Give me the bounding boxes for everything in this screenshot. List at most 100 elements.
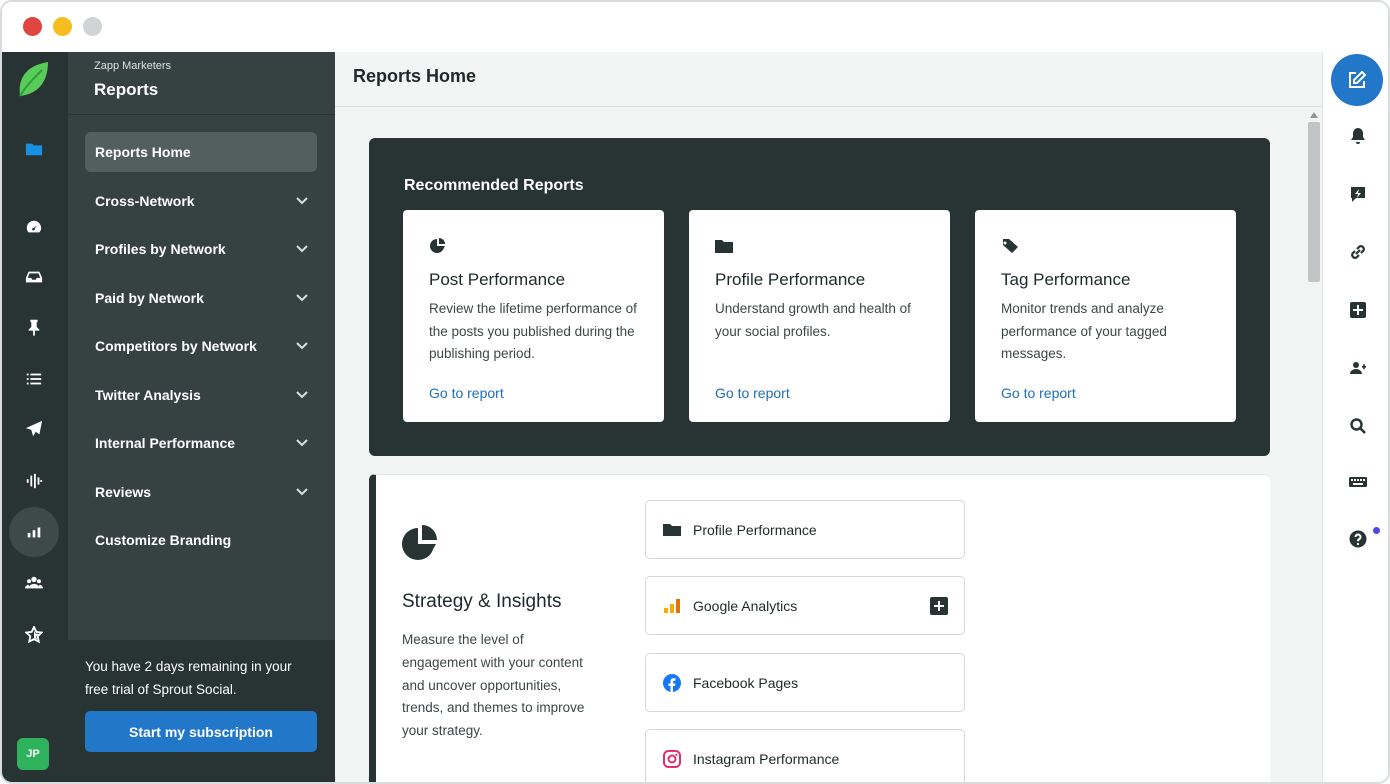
scrollbar-thumb[interactable] — [1308, 122, 1320, 282]
pie-chart-icon — [402, 525, 440, 563]
sidebar-item-label: Reports Home — [95, 144, 191, 160]
sidebar-item-profiles-by-network[interactable]: Profiles by Network — [85, 229, 317, 269]
trial-banner: You have 2 days remaining in your free t… — [68, 640, 335, 782]
notification-dot — [1373, 527, 1380, 534]
sidebar-item-reviews[interactable]: Reviews — [85, 472, 317, 512]
star-review-icon[interactable] — [15, 616, 53, 654]
add-icon[interactable] — [930, 597, 948, 615]
listening-waveform-icon[interactable] — [15, 462, 53, 500]
pie-chart-icon — [429, 238, 447, 254]
chevron-down-icon — [295, 484, 309, 498]
strategy-description: Measure the level of engagement with you… — [402, 632, 585, 739]
sidebar-item-label: Paid by Network — [95, 290, 204, 306]
go-to-report-link[interactable]: Go to report — [1001, 385, 1076, 401]
card-title: Profile Performance — [715, 270, 866, 289]
minimize-window-button[interactable] — [53, 17, 72, 36]
card-description: Monitor trends and analyze performance o… — [1001, 301, 1167, 361]
sidebar-item-competitors-by-network[interactable]: Competitors by Network — [85, 326, 317, 366]
report-item-label: Instagram Performance — [693, 750, 840, 767]
bell-icon[interactable] — [1347, 125, 1369, 147]
report-item-label: Facebook Pages — [693, 674, 799, 691]
facebook-icon — [663, 673, 681, 692]
report-card-profile-performance[interactable]: Profile Performance Understand growth an… — [689, 210, 950, 422]
chevron-down-icon — [295, 387, 309, 401]
compose-pencil-icon — [1349, 70, 1367, 88]
reports-sidebar: Zapp Marketers Reports Reports Home Cros… — [68, 52, 335, 782]
chevron-down-icon — [295, 193, 309, 207]
page-title: Reports Home — [353, 66, 477, 86]
report-item-label: Profile Performance — [693, 521, 817, 538]
strategy-insights-panel: Strategy & Insights Measure the level of… — [369, 474, 1270, 782]
sidebar-item-twitter-analysis[interactable]: Twitter Analysis — [85, 375, 317, 415]
dashboard-gauge-icon[interactable] — [15, 208, 53, 246]
close-window-button[interactable] — [23, 17, 42, 36]
card-description: Review the lifetime performance of the p… — [429, 301, 637, 361]
help-icon[interactable] — [1347, 528, 1369, 550]
google-analytics-icon — [663, 597, 681, 615]
report-card-post-performance[interactable]: Post Performance Review the lifetime per… — [403, 210, 664, 422]
app-window: JP Zapp Marketers Reports Reports Home C… — [0, 0, 1390, 784]
chevron-down-icon — [295, 338, 309, 352]
go-to-report-link[interactable]: Go to report — [429, 385, 504, 401]
title-bar — [2, 2, 1388, 52]
sidebar-item-internal-performance[interactable]: Internal Performance — [85, 423, 317, 463]
add-user-icon[interactable] — [1347, 357, 1369, 379]
scroll-area: Recommended Reports Post Performance Rev… — [335, 108, 1322, 782]
send-icon[interactable] — [15, 410, 53, 448]
report-item-facebook-pages[interactable]: Facebook Pages — [645, 653, 965, 712]
card-title: Post Performance — [429, 270, 566, 289]
report-item-instagram-performance[interactable]: Instagram Performance — [645, 729, 965, 782]
primary-rail: JP — [2, 52, 68, 782]
sidebar-item-label: Cross-Network — [95, 193, 195, 209]
vertical-scrollbar[interactable] — [1306, 108, 1322, 782]
sprout-logo-icon[interactable] — [16, 60, 50, 98]
card-description: Understand growth and health of your soc… — [715, 301, 911, 339]
main-content: Reports Home Recommended Reports Post Pe… — [335, 52, 1322, 782]
sidebar-item-label: Internal Performance — [95, 435, 236, 451]
compose-button[interactable] — [1331, 54, 1383, 106]
page-header: Reports Home — [335, 52, 1322, 107]
start-subscription-button[interactable]: Start my subscription — [85, 711, 317, 752]
utility-rail — [1322, 52, 1388, 782]
link-icon[interactable] — [1347, 241, 1369, 263]
keyboard-icon[interactable] — [1347, 471, 1369, 493]
sidebar-item-cross-network[interactable]: Cross-Network — [85, 181, 317, 221]
instagram-icon — [663, 749, 681, 768]
maximize-window-button[interactable] — [83, 17, 102, 36]
sidebar-item-reports-home[interactable]: Reports Home — [85, 132, 317, 172]
report-item-profile-performance[interactable]: Profile Performance — [645, 500, 965, 559]
card-title: Tag Performance — [1001, 270, 1131, 289]
search-icon[interactable] — [1347, 415, 1369, 437]
activity-chat-icon[interactable] — [1347, 183, 1369, 205]
chevron-down-icon — [295, 241, 309, 255]
divider — [68, 114, 335, 115]
strategy-title: Strategy & Insights — [402, 591, 562, 612]
sidebar-item-label: Twitter Analysis — [95, 387, 201, 403]
avatar[interactable]: JP — [17, 738, 49, 770]
report-card-tag-performance[interactable]: Tag Performance Monitor trends and analy… — [975, 210, 1236, 422]
tag-icon — [1001, 238, 1019, 254]
people-icon[interactable] — [15, 564, 53, 602]
sidebar-item-label: Customize Branding — [95, 532, 232, 548]
go-to-report-link[interactable]: Go to report — [715, 385, 790, 401]
folder-icon — [663, 521, 681, 539]
inbox-icon[interactable] — [15, 258, 53, 296]
folder-icon[interactable] — [15, 130, 53, 168]
recommended-reports-title: Recommended Reports — [404, 177, 584, 194]
chevron-down-icon — [295, 290, 309, 304]
sidebar-item-customize-branding[interactable]: Customize Branding — [85, 520, 317, 560]
trial-message: You have 2 days remaining in your free t… — [85, 659, 292, 697]
sidebar-item-label: Reviews — [95, 484, 152, 500]
sidebar-item-paid-by-network[interactable]: Paid by Network — [85, 278, 317, 318]
report-item-label: Google Analytics — [693, 597, 798, 614]
reports-bar-chart-icon[interactable] — [9, 507, 59, 557]
section-title: Reports — [94, 80, 159, 99]
list-icon[interactable] — [15, 360, 53, 398]
recommended-reports-panel: Recommended Reports Post Performance Rev… — [369, 138, 1270, 456]
chevron-down-icon — [295, 435, 309, 449]
pin-icon[interactable] — [15, 308, 53, 346]
sidebar-item-label: Competitors by Network — [95, 338, 257, 354]
scroll-up-arrow-icon[interactable] — [1310, 112, 1318, 118]
add-square-icon[interactable] — [1347, 299, 1369, 321]
report-item-google-analytics[interactable]: Google Analytics — [645, 576, 965, 635]
